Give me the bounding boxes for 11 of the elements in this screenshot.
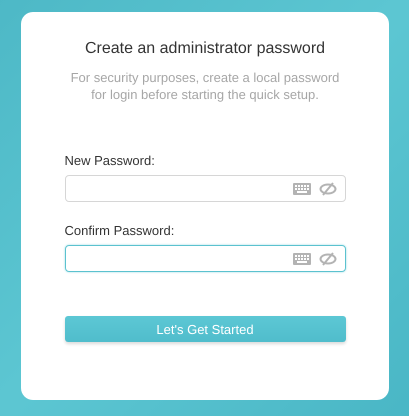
keyboard-icon[interactable] <box>292 252 310 264</box>
password-field[interactable] <box>64 175 346 202</box>
password-field[interactable] <box>64 245 346 272</box>
field-label: New Password: <box>64 153 156 168</box>
field-label: Confirm Password: <box>64 223 176 238</box>
keyboard-icon[interactable] <box>292 182 310 194</box>
eye-hidden-icon[interactable] <box>318 182 336 196</box>
dialog-title: Create an administrator password <box>84 40 326 58</box>
eye-hidden-icon[interactable] <box>318 252 336 266</box>
get-started-button[interactable]: Let's Get Started <box>64 316 346 342</box>
description-text: For security purposes, create a local password for login before starting the quick setup. <box>70 69 340 103</box>
